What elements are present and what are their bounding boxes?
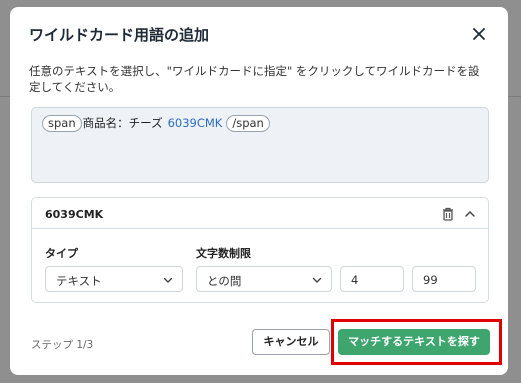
trash-icon[interactable] <box>440 206 456 222</box>
length-mode-select[interactable]: との間 <box>196 266 332 292</box>
close-icon[interactable] <box>469 24 489 44</box>
wildcard-panel: 6039CMK タイプ テキスト 文字数制限 との間 4 99 <box>31 197 489 303</box>
min-length-input[interactable]: 4 <box>340 266 404 292</box>
find-matching-text-button[interactable]: マッチするテキストを探す <box>338 329 490 355</box>
type-select-value: テキスト <box>56 274 102 288</box>
preview-text[interactable]: 商品名：チーズ <box>83 115 163 131</box>
add-wildcard-dialog: ワイルドカード用語の追加 任意のテキストを選択し、"ワイルドカードに指定" をク… <box>10 7 508 375</box>
backdrop-divider <box>0 96 10 97</box>
step-indicator: ステップ 1/3 <box>31 339 94 351</box>
max-length-input[interactable]: 99 <box>412 266 476 292</box>
wildcard-text[interactable]: 6039CMK <box>168 116 223 130</box>
backdrop-divider <box>508 96 521 97</box>
type-label: タイプ <box>45 247 78 260</box>
dialog-header: ワイルドカード用語の追加 <box>10 7 508 59</box>
chevron-up-icon[interactable] <box>462 206 478 222</box>
type-select[interactable]: テキスト <box>45 266 183 292</box>
wildcard-panel-header[interactable]: 6039CMK <box>32 198 488 229</box>
text-preview[interactable]: span 商品名：チーズ 6039CMK/span <box>31 107 489 183</box>
open-tag-chip: span <box>42 115 82 132</box>
length-mode-value: との間 <box>207 274 242 288</box>
wildcard-panel-title: 6039CMK <box>45 208 104 221</box>
instructions-text: 任意のテキストを選択し、"ワイルドカードに指定" をクリックしてワイルドカードを… <box>29 64 480 94</box>
chevron-down-icon <box>312 277 322 283</box>
length-limit-label: 文字数制限 <box>196 247 251 260</box>
dialog-title: ワイルドカード用語の追加 <box>29 26 210 44</box>
cancel-button[interactable]: キャンセル <box>252 329 330 355</box>
close-tag-chip: /span <box>226 115 270 132</box>
chevron-down-icon <box>163 277 173 283</box>
